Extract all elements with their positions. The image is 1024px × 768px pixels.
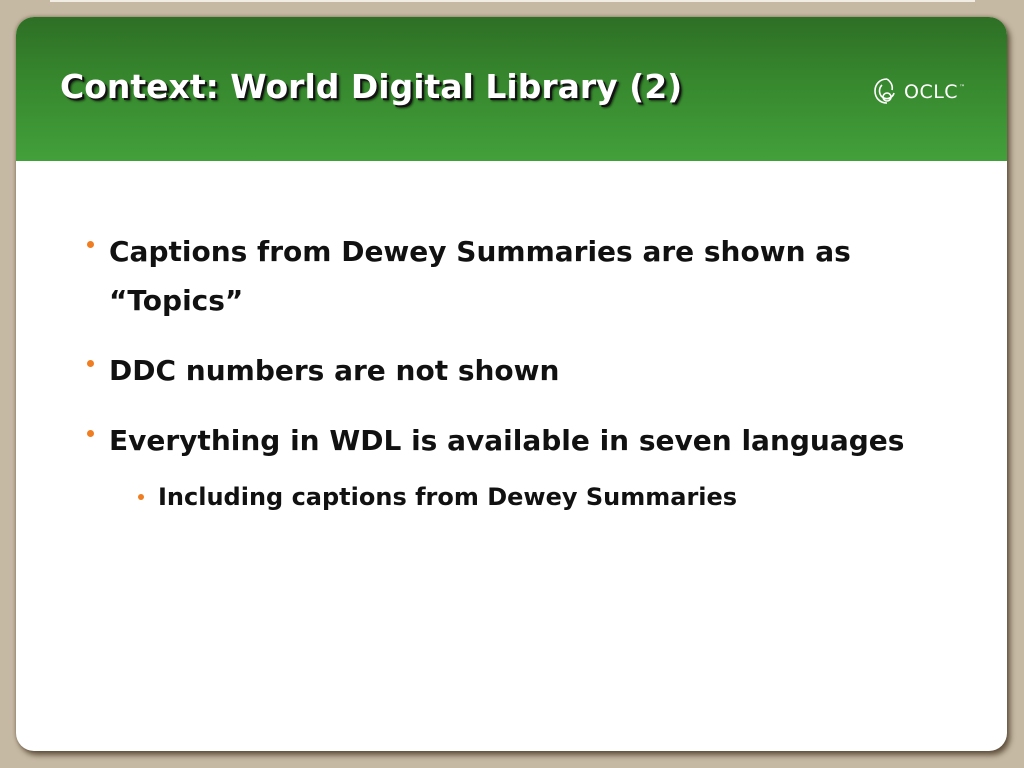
bullet-item: DDC numbers are not shown <box>87 346 867 395</box>
oclc-logo: OCLC ™ <box>872 75 965 107</box>
slide-content: Captions from Dewey Summaries are shown … <box>16 161 1007 751</box>
slide-title: Context: World Digital Library (2) <box>60 67 683 106</box>
trademark-mark: ™ <box>959 84 966 91</box>
oclc-logo-text: OCLC <box>904 81 959 103</box>
bullet-item: Everything in WDL is available in seven … <box>87 416 917 465</box>
bullet-text: DDC numbers are not shown <box>109 354 560 387</box>
bullet-item: Captions from Dewey Summaries are shown … <box>87 227 867 325</box>
oclc-logo-icon <box>874 78 895 104</box>
sub-bullet-text: Including captions from Dewey Summaries <box>158 483 738 511</box>
background-top-strip <box>50 0 975 2</box>
bullet-dot-icon <box>138 494 144 500</box>
title-bar: Context: World Digital Library (2) OCLC … <box>16 17 1007 161</box>
bullet-text: Captions from Dewey Summaries are shown … <box>109 235 851 317</box>
sub-bullet-item: Including captions from Dewey Summaries <box>138 481 918 513</box>
bullet-dot-icon <box>87 430 94 437</box>
slide: Context: World Digital Library (2) OCLC … <box>16 17 1007 751</box>
bullet-text: Everything in WDL is available in seven … <box>109 424 905 457</box>
bullet-dot-icon <box>87 360 94 367</box>
bullet-dot-icon <box>87 241 94 248</box>
